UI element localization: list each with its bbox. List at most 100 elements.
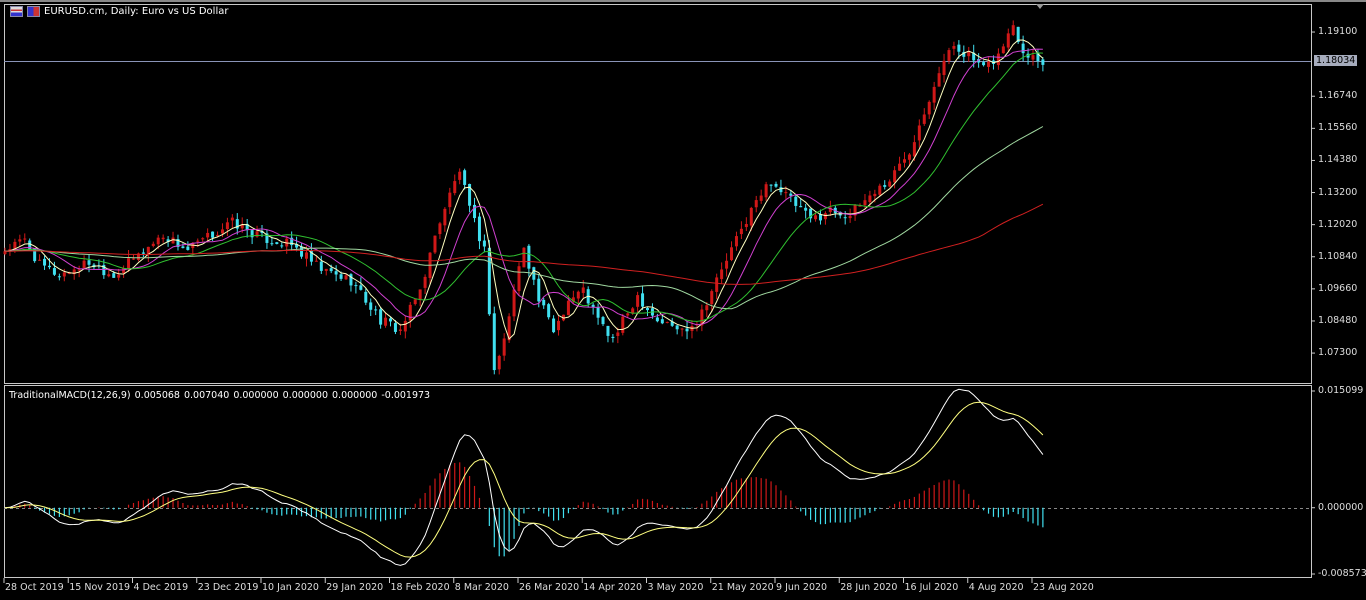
time-tick-label: 23 Aug 2020	[1033, 582, 1094, 593]
candle-body	[418, 289, 422, 300]
candle-body	[878, 185, 882, 195]
macd-indicator-label[interactable]: TraditionalMACD(12,26,9) 0.005068 0.007040…	[9, 390, 434, 401]
macd-value: 0.005068	[134, 390, 180, 401]
candle	[280, 242, 284, 249]
candle-body	[28, 240, 32, 251]
candle	[408, 302, 412, 328]
candle	[685, 320, 689, 340]
symbol-flag-icon	[27, 6, 40, 17]
candles-group	[3, 20, 1045, 375]
candle-body	[443, 208, 447, 226]
candle-body	[749, 207, 753, 226]
candle	[186, 241, 190, 251]
candle-body	[502, 338, 506, 356]
candle	[557, 316, 561, 336]
candle-body	[566, 300, 570, 316]
price-tick-label: 1.13200	[1318, 186, 1358, 198]
buffer-value: 0.000000	[282, 390, 328, 401]
candle-body	[848, 216, 852, 219]
candle	[794, 194, 798, 213]
candle	[482, 234, 486, 253]
candle	[833, 205, 837, 218]
candle	[606, 325, 610, 343]
candle-body	[324, 268, 328, 271]
candle	[43, 255, 47, 270]
candle-body	[463, 170, 467, 185]
candle-body	[779, 187, 783, 193]
candle	[883, 180, 887, 190]
candle	[646, 306, 649, 316]
candle	[319, 255, 323, 274]
chart-shift-marker-icon[interactable]	[1036, 4, 1044, 9]
candle	[492, 306, 496, 375]
candle	[497, 354, 501, 375]
candle	[428, 251, 432, 285]
time-tick-label: 4 Dec 2019	[133, 582, 189, 593]
chart-canvas[interactable]	[0, 0, 1366, 600]
candle-body	[912, 142, 916, 157]
candle-body	[527, 245, 531, 269]
candle	[522, 247, 526, 268]
time-tick-label: 28 Oct 2019	[5, 582, 64, 593]
candle-body	[937, 73, 941, 87]
candle-body	[799, 206, 803, 208]
candle	[823, 211, 827, 225]
candle	[769, 184, 773, 192]
macd-histogram-group	[9, 462, 1044, 557]
candle-body	[398, 329, 402, 331]
candle-body	[823, 213, 827, 220]
candle-body	[1001, 46, 1005, 54]
candle-body	[1041, 59, 1045, 65]
macd-tick-label: -0.008573	[1318, 568, 1366, 579]
candle-body	[611, 336, 615, 338]
candle-body	[685, 328, 689, 332]
candle	[596, 303, 600, 325]
candle-body	[734, 236, 738, 247]
signal-value: 0.007040	[183, 390, 230, 401]
candle	[384, 312, 388, 328]
candle-body	[512, 289, 516, 317]
candle-body	[863, 200, 867, 206]
candle-body	[141, 252, 145, 254]
current-price-tag: 1.18034	[1314, 55, 1358, 66]
candle	[117, 268, 121, 281]
candle	[878, 183, 882, 197]
candle-body	[220, 229, 224, 234]
candle-body	[893, 170, 897, 183]
ma-20-line	[4, 52, 1043, 322]
candle-body	[660, 319, 664, 324]
candle-body	[675, 325, 679, 330]
time-tick-label: 14 Apr 2020	[583, 582, 642, 593]
candle-body	[344, 275, 348, 280]
candle-body	[18, 239, 22, 242]
candle-body	[211, 231, 215, 238]
candle-body	[636, 295, 640, 307]
candle-body	[616, 332, 620, 336]
candle	[922, 108, 926, 126]
candle	[942, 53, 946, 83]
time-tick-label: 29 Jan 2020	[326, 582, 384, 593]
macd-pane-frame	[4, 385, 1312, 578]
price-tick-label: 1.19100	[1318, 26, 1358, 38]
candle-body	[680, 328, 684, 330]
candle-body	[907, 154, 911, 160]
candle-body	[487, 247, 491, 315]
candle-body	[576, 291, 580, 299]
time-tick-label: 26 Mar 2020	[519, 582, 580, 593]
candle	[290, 231, 294, 251]
candle-body	[804, 207, 808, 211]
candle	[418, 289, 422, 307]
time-tick-label: 3 May 2020	[647, 582, 704, 593]
candle-body	[557, 320, 561, 331]
macd-tick-label: 0.015099	[1318, 385, 1364, 396]
candle	[848, 208, 852, 223]
candle	[680, 327, 684, 337]
candle-body	[107, 274, 111, 277]
candle-body	[522, 247, 526, 268]
candle	[403, 315, 407, 339]
candle-body	[275, 242, 279, 244]
candle	[754, 195, 758, 213]
candle	[542, 297, 546, 309]
price-tick-label: 1.09660	[1318, 282, 1358, 294]
candle-body	[379, 309, 383, 325]
